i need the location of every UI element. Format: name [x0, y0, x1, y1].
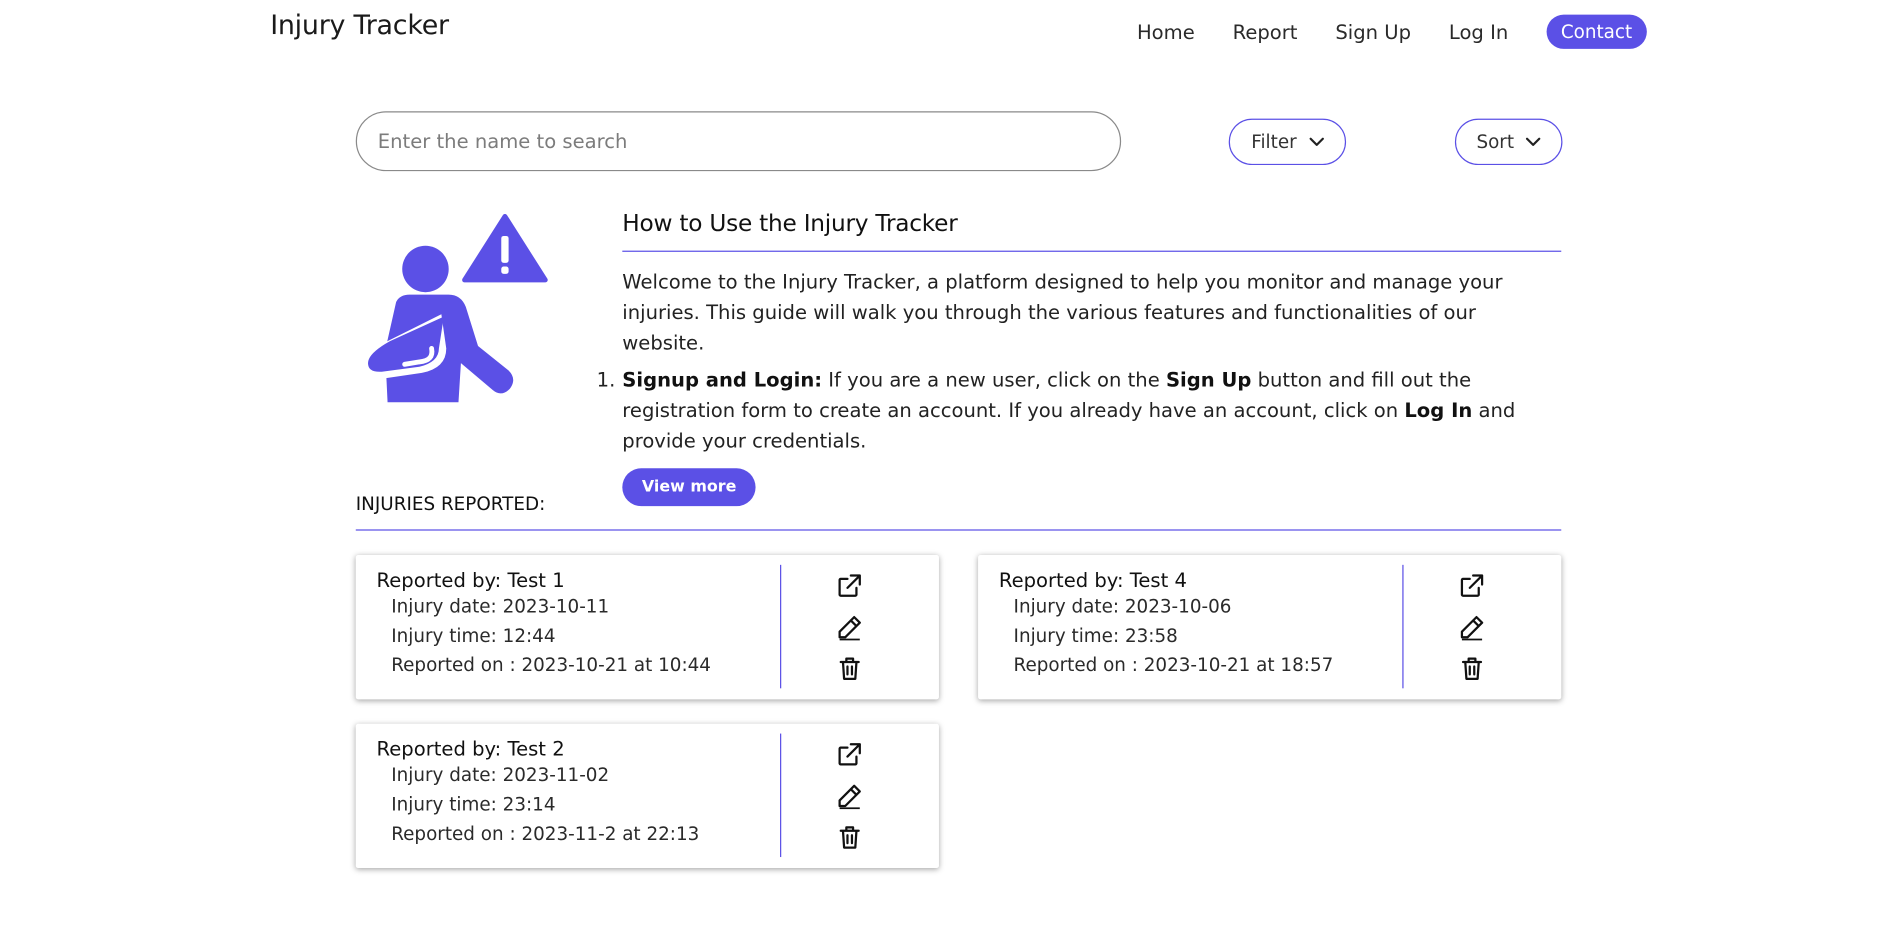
- guide-title: How to Use the Injury Tracker: [622, 210, 1562, 252]
- pencil-icon[interactable]: [836, 782, 863, 810]
- injury-card: Reported by: Test 1 Injury date: 2023-10…: [355, 555, 939, 700]
- injury-time: Injury time: 12:44: [391, 624, 556, 647]
- pencil-icon[interactable]: [1459, 614, 1486, 641]
- nav-log-in[interactable]: Log In: [1449, 20, 1508, 43]
- step-number: 1.: [596, 368, 616, 392]
- step-log-in-ref: Log In: [1404, 398, 1473, 422]
- card-divider: [780, 564, 782, 689]
- sort-dropdown[interactable]: Sort: [1454, 118, 1563, 166]
- injury-time: Injury time: 23:14: [391, 793, 556, 816]
- step-text: If you are a new user, click on the: [822, 368, 1166, 392]
- external-link-icon[interactable]: [836, 741, 863, 768]
- reported-by: Reported by: Test 1: [376, 568, 565, 592]
- injury-card: Reported by: Test 2 Injury date: 2023-11…: [355, 723, 939, 869]
- chevron-down-icon: [1309, 137, 1324, 146]
- injury-card: Reported by: Test 4 Injury date: 2023-10…: [978, 555, 1562, 700]
- nav-sign-up[interactable]: Sign Up: [1335, 20, 1411, 43]
- filter-dropdown[interactable]: Filter: [1228, 118, 1347, 166]
- reported-on: Reported on : 2023-10-21 at 10:44: [391, 654, 711, 677]
- guide-intro: Welcome to the Injury Tracker, a platfor…: [622, 270, 1503, 355]
- injury-date: Injury date: 2023-11-02: [391, 764, 610, 787]
- nav-report[interactable]: Report: [1233, 20, 1298, 43]
- injury-date: Injury date: 2023-10-06: [1013, 595, 1232, 618]
- nav-home[interactable]: Home: [1137, 20, 1195, 43]
- card-actions: [836, 572, 863, 682]
- pencil-icon[interactable]: [836, 614, 863, 641]
- guide-step: 1. Signup and Login: If you are a new us…: [597, 364, 1561, 456]
- injury-time: Injury time: 23:58: [1013, 624, 1178, 647]
- chevron-down-icon: [1526, 137, 1541, 146]
- card-divider: [780, 733, 782, 858]
- card-divider: [1402, 564, 1404, 689]
- sort-label: Sort: [1476, 130, 1515, 153]
- trash-icon[interactable]: [1459, 655, 1486, 682]
- reported-on: Reported on : 2023-10-21 at 18:57: [1013, 654, 1334, 677]
- top-nav: Home Report Sign Up Log In Contact: [1137, 14, 1647, 49]
- guide-steps: 1. Signup and Login: If you are a new us…: [597, 364, 1561, 456]
- external-link-icon[interactable]: [836, 572, 863, 599]
- reported-by: Reported by: Test 4: [998, 568, 1187, 592]
- step-sign-up-ref: Sign Up: [1165, 368, 1252, 392]
- search-input[interactable]: [356, 112, 1120, 170]
- card-actions: [836, 741, 863, 851]
- injury-date: Injury date: 2023-10-11: [391, 595, 610, 618]
- injuries-section-title: INJURIES REPORTED:: [355, 493, 1562, 531]
- injured-person-warning-icon: [360, 213, 548, 403]
- filter-label: Filter: [1251, 130, 1297, 153]
- reported-by: Reported by: Test 2: [376, 737, 565, 761]
- reported-on: Reported on : 2023-11-2 at 22:13: [391, 822, 700, 845]
- trash-icon[interactable]: [836, 824, 863, 851]
- usage-guide: How to Use the Injury Tracker Welcome to…: [597, 210, 1562, 507]
- search-box: [355, 111, 1122, 172]
- brand-title[interactable]: Injury Tracker: [270, 11, 449, 42]
- external-link-icon[interactable]: [1459, 572, 1486, 599]
- trash-icon[interactable]: [836, 655, 863, 682]
- step-title: Signup and Login:: [622, 368, 823, 392]
- nav-contact-button[interactable]: Contact: [1546, 14, 1647, 49]
- card-actions: [1459, 572, 1486, 682]
